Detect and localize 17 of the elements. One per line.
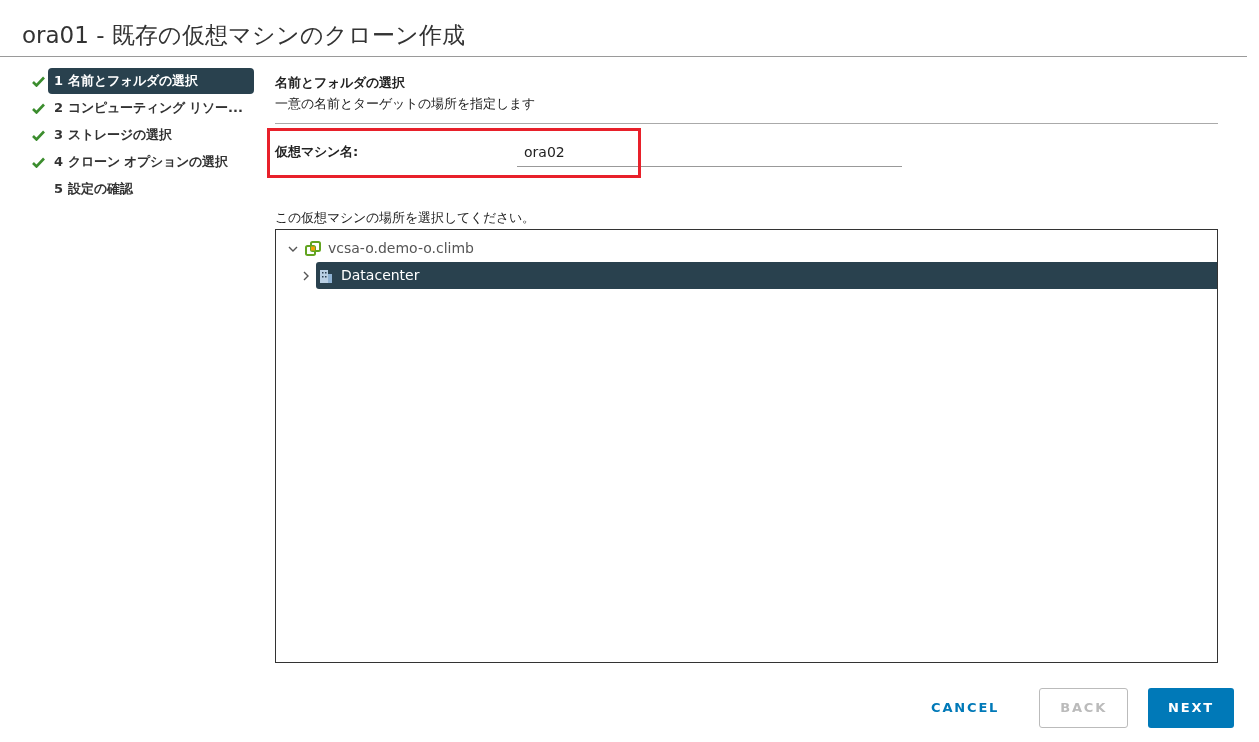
wizard-step[interactable]: 2 コンピューティング リソー... [48, 95, 254, 121]
section-title: 名前とフォルダの選択 [275, 74, 406, 92]
location-prompt: この仮想マシンの場所を選択してください。 [275, 209, 536, 227]
building-icon [318, 267, 334, 284]
section-subtitle: 一意の名前とターゲットの場所を指定します [275, 95, 536, 113]
vcenter-icon [305, 240, 321, 257]
wizard-step[interactable]: 1 名前とフォルダの選択 [48, 68, 254, 94]
dialog-title: ora01 - 既存の仮想マシンのクローン作成 [22, 21, 466, 50]
wizard-step[interactable]: 3 ストレージの選択 [48, 122, 254, 148]
flat-button[interactable]: CANCEL [911, 688, 1020, 728]
tree-item[interactable]: vcsa-o.demo-o.climb [303, 235, 1217, 262]
field-label: 仮想マシン名: [275, 143, 360, 162]
tree-item[interactable]: Datacenter [316, 262, 1217, 289]
input-field[interactable]: ora02 [517, 137, 902, 167]
wizard-step[interactable]: 5 設定の確認 [48, 176, 254, 202]
primary-button[interactable]: NEXT [1148, 688, 1234, 728]
wizard-step[interactable]: 4 クローン オプションの選択 [48, 149, 254, 175]
